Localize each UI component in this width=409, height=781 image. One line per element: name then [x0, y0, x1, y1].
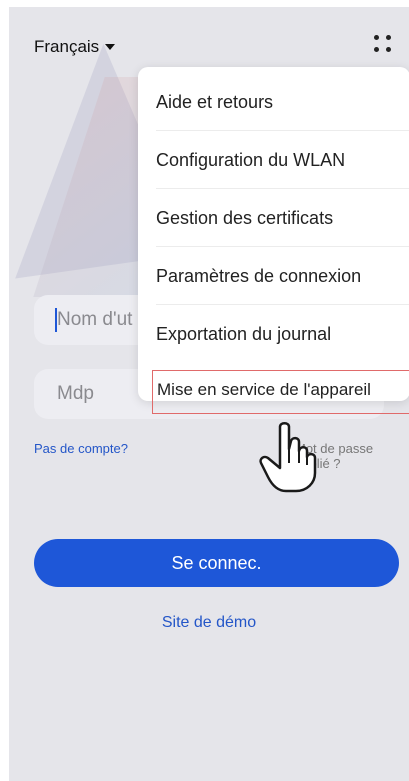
menu-item-label: Gestion des certificats	[156, 208, 334, 228]
overflow-menu: Aide et retours Configuration du WLAN Ge…	[138, 67, 409, 401]
language-label: Français	[34, 37, 100, 56]
menu-item-label: Aide et retours	[156, 92, 274, 112]
caret-down-icon	[105, 44, 116, 50]
menu-item-log-export[interactable]: Exportation du journal	[138, 305, 409, 363]
menu-item-device-commissioning[interactable]: Mise en service de l'appareil	[152, 370, 409, 414]
password-placeholder: Mdp	[57, 383, 94, 404]
login-button[interactable]: Se connec.	[34, 539, 399, 587]
no-account-link[interactable]: Pas de compte?	[34, 441, 128, 456]
menu-item-wlan[interactable]: Configuration du WLAN	[138, 131, 409, 189]
menu-item-connection-settings[interactable]: Paramètres de connexion	[138, 247, 409, 305]
username-placeholder: Nom d'ut	[57, 309, 133, 330]
demo-site-link[interactable]: Site de démo	[9, 614, 409, 632]
more-dots-icon[interactable]	[374, 35, 398, 61]
menu-item-certificates[interactable]: Gestion des certificats	[138, 189, 409, 247]
menu-item-label: Exportation du journal	[156, 324, 332, 344]
language-selector[interactable]: Français	[34, 37, 116, 57]
login-button-label: Se connec.	[171, 552, 262, 573]
hand-pointer-icon	[259, 422, 317, 493]
menu-item-label: Mise en service de l'appareil	[157, 380, 371, 399]
menu-item-label: Configuration du WLAN	[156, 150, 346, 170]
menu-item-label: Paramètres de connexion	[156, 266, 362, 286]
login-screen: Français Nom d'ut Mdp Pas de compte? Mot…	[9, 7, 409, 781]
menu-item-help[interactable]: Aide et retours	[138, 73, 409, 131]
